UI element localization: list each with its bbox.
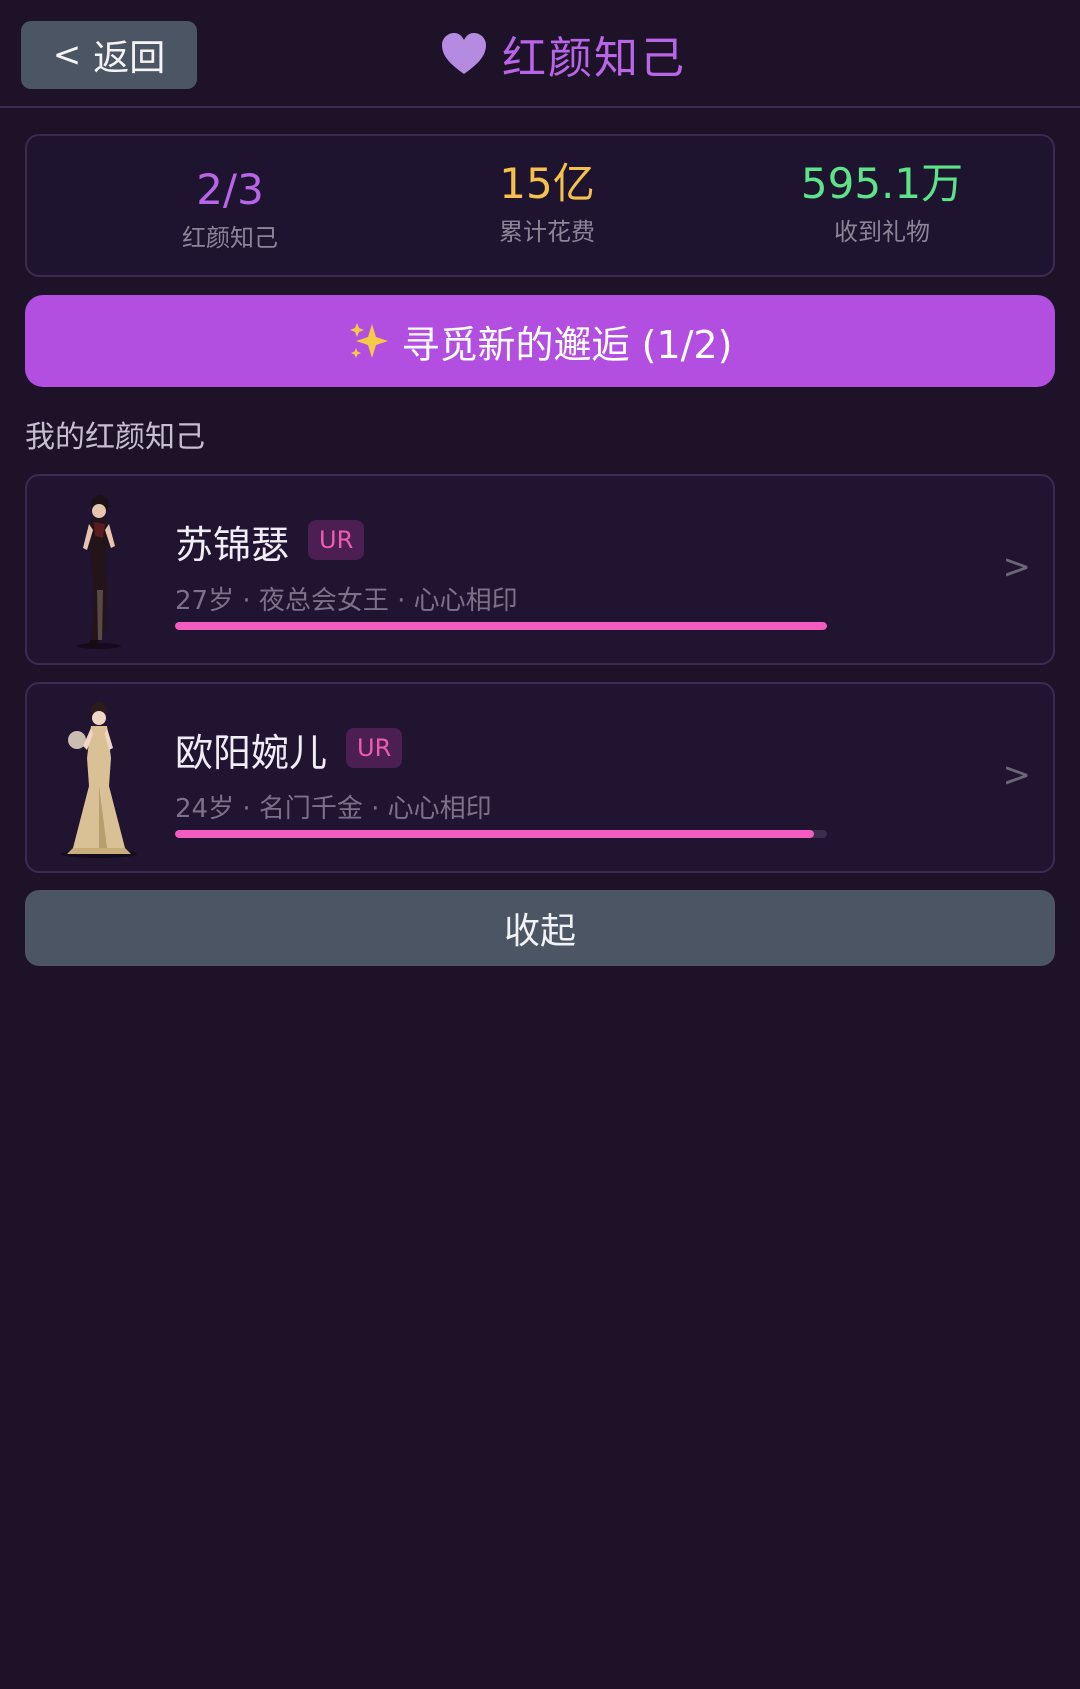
stats-panel: 2/3 红颜知己 15亿 累计花费 595.1万 收到礼物 <box>25 134 1055 277</box>
character-meta: 27岁 · 夜总会女王 · 心心相印 <box>175 586 518 616</box>
affinity-bar <box>175 830 827 838</box>
stat-spent-label: 累计花费 <box>499 218 595 246</box>
stat-gifts-label: 收到礼物 <box>834 218 930 246</box>
affinity-bar <box>175 622 827 630</box>
affinity-fill <box>175 830 814 838</box>
section-title: 我的红颜知己 <box>25 420 205 455</box>
page-title-group: 红颜知己 <box>440 24 686 84</box>
chevron-right-icon: > <box>1002 755 1032 795</box>
stat-confidants-label: 红颜知己 <box>182 224 278 252</box>
page-title: 红颜知己 <box>502 33 686 84</box>
stat-spent-value: 15亿 <box>499 159 595 208</box>
stat-confidants: 2/3 红颜知己 <box>100 164 360 253</box>
stat-confidants-value: 2/3 <box>196 165 264 214</box>
back-chevron-icon: < <box>52 35 82 75</box>
stat-gifts: 595.1万 收到礼物 <box>752 158 1012 247</box>
character-portrait <box>77 495 121 649</box>
explore-label: 寻觅新的邂逅 (1/2) <box>401 322 733 367</box>
rarity-badge: UR <box>346 728 403 768</box>
stat-spent: 15亿 累计花费 <box>417 158 677 247</box>
back-label: 返回 <box>93 38 166 79</box>
character-card[interactable]: 苏锦瑟 UR 27岁 · 夜总会女王 · 心心相印 > <box>25 474 1055 665</box>
stat-gifts-value: 595.1万 <box>800 159 964 208</box>
heart-icon <box>442 33 486 74</box>
back-button[interactable]: < 返回 <box>21 21 197 89</box>
collapse-label: 收起 <box>503 911 576 952</box>
character-card[interactable]: 欧阳婉儿 UR 24岁 · 名门千金 · 心心相印 > <box>25 682 1055 873</box>
character-portrait <box>61 702 137 858</box>
character-name: 欧阳婉儿 <box>175 731 328 775</box>
character-name: 苏锦瑟 <box>175 523 290 567</box>
affinity-fill <box>175 622 827 630</box>
chevron-right-icon: > <box>1002 547 1032 587</box>
rarity-badge: UR <box>308 520 365 560</box>
character-meta: 24岁 · 名门千金 · 心心相印 <box>175 794 492 824</box>
explore-encounter-button[interactable]: 寻觅新的邂逅 (1/2) <box>25 295 1055 387</box>
top-bar: < 返回 红颜知己 <box>0 0 1080 108</box>
sparkle-icon <box>349 323 388 358</box>
collapse-button[interactable]: 收起 <box>25 890 1055 966</box>
